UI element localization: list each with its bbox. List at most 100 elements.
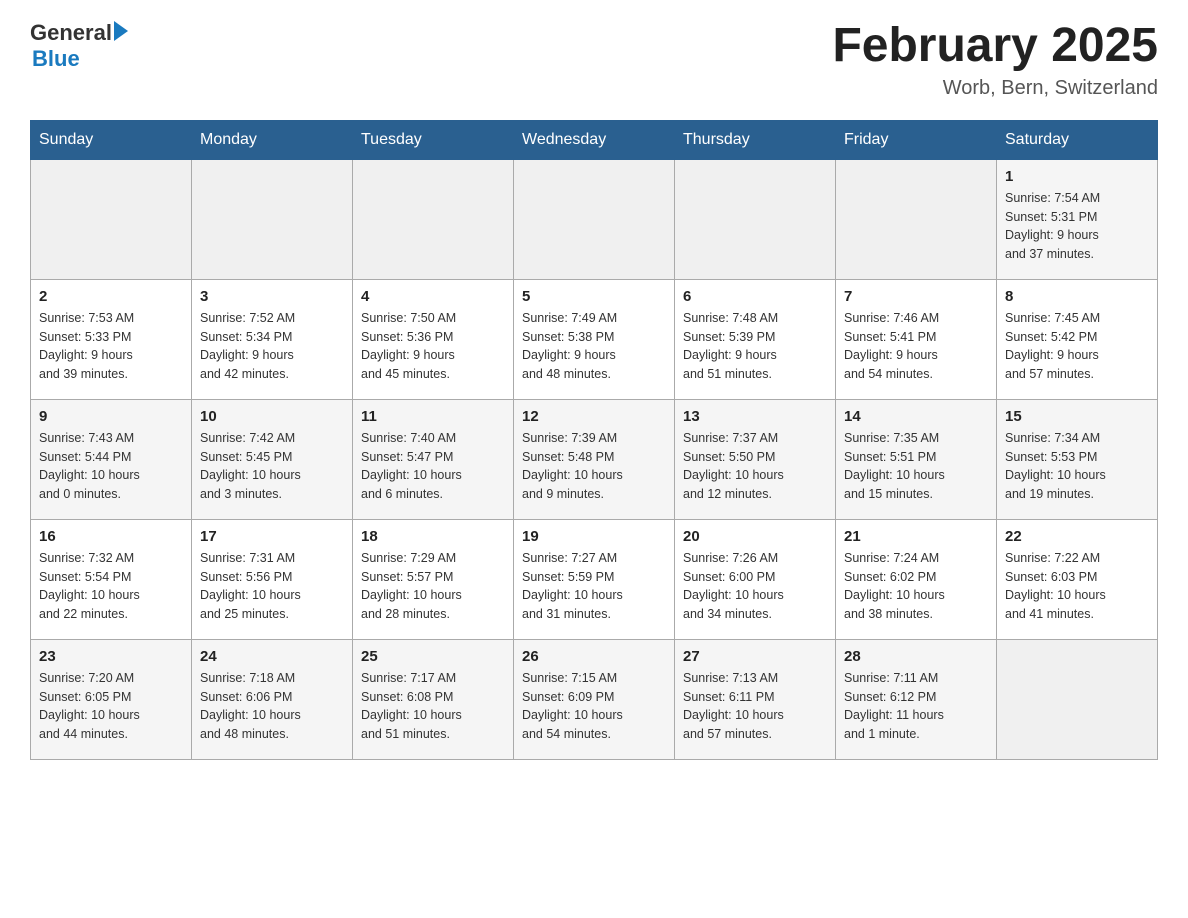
calendar-cell: 16 Sunrise: 7:32 AMSunset: 5:54 PMDayligh… bbox=[31, 519, 192, 639]
calendar-cell: 23Sunrise: 7:20 AMSunset: 6:05 PMDayligh… bbox=[31, 639, 192, 759]
day-number: 15 bbox=[1005, 408, 1149, 425]
day-number: 1 bbox=[1005, 168, 1149, 185]
calendar-cell: 19 Sunrise: 7:27 AMSunset: 5:59 PMDayligh… bbox=[514, 519, 675, 639]
col-header-friday: Friday bbox=[836, 120, 997, 159]
day-number: 2 bbox=[39, 288, 183, 305]
day-info: Sunrise: 7:35 AMSunset: 5:51 PMDaylight:… bbox=[844, 429, 988, 504]
day-number: 25 bbox=[361, 648, 505, 665]
calendar-cell bbox=[675, 159, 836, 279]
calendar-cell: 12 Sunrise: 7:39 AMSunset: 5:48 PMDayligh… bbox=[514, 399, 675, 519]
col-header-sunday: Sunday bbox=[31, 120, 192, 159]
day-number: 8 bbox=[1005, 288, 1149, 305]
calendar-week-row: 2 Sunrise: 7:53 AMSunset: 5:33 PMDaylight… bbox=[31, 279, 1158, 399]
day-number: 24 bbox=[200, 648, 344, 665]
day-number: 13 bbox=[683, 408, 827, 425]
day-info: Sunrise: 7:29 AMSunset: 5:57 PMDaylight:… bbox=[361, 549, 505, 624]
calendar-cell: 15 Sunrise: 7:34 AMSunset: 5:53 PMDayligh… bbox=[997, 399, 1158, 519]
calendar-cell bbox=[514, 159, 675, 279]
calendar-cell: 17 Sunrise: 7:31 AMSunset: 5:56 PMDayligh… bbox=[192, 519, 353, 639]
calendar-cell: 28 Sunrise: 7:11 AMSunset: 6:12 PMDayligh… bbox=[836, 639, 997, 759]
col-header-saturday: Saturday bbox=[997, 120, 1158, 159]
calendar-header-row: SundayMondayTuesdayWednesdayThursdayFrid… bbox=[31, 120, 1158, 159]
title-section: February 2025 Worb, Bern, Switzerland bbox=[832, 20, 1158, 100]
calendar-cell: 1 Sunrise: 7:54 AMSunset: 5:31 PMDaylight… bbox=[997, 159, 1158, 279]
calendar-cell: 20 Sunrise: 7:26 AMSunset: 6:00 PMDayligh… bbox=[675, 519, 836, 639]
day-number: 16 bbox=[39, 528, 183, 545]
day-number: 22 bbox=[1005, 528, 1149, 545]
day-info: Sunrise: 7:18 AMSunset: 6:06 PMDaylight:… bbox=[200, 669, 344, 744]
day-info: Sunrise: 7:40 AMSunset: 5:47 PMDaylight:… bbox=[361, 429, 505, 504]
calendar-cell: 5 Sunrise: 7:49 AMSunset: 5:38 PMDaylight… bbox=[514, 279, 675, 399]
day-number: 12 bbox=[522, 408, 666, 425]
day-info: Sunrise: 7:50 AMSunset: 5:36 PMDaylight:… bbox=[361, 309, 505, 384]
col-header-tuesday: Tuesday bbox=[353, 120, 514, 159]
day-info: Sunrise: 7:15 AMSunset: 6:09 PMDaylight:… bbox=[522, 669, 666, 744]
calendar-week-row: 9 Sunrise: 7:43 AMSunset: 5:44 PMDaylight… bbox=[31, 399, 1158, 519]
day-info: Sunrise: 7:34 AMSunset: 5:53 PMDaylight:… bbox=[1005, 429, 1149, 504]
calendar-cell bbox=[353, 159, 514, 279]
calendar-cell: 13 Sunrise: 7:37 AMSunset: 5:50 PMDayligh… bbox=[675, 399, 836, 519]
day-number: 23 bbox=[39, 648, 183, 665]
day-info: Sunrise: 7:52 AMSunset: 5:34 PMDaylight:… bbox=[200, 309, 344, 384]
calendar-cell: 10 Sunrise: 7:42 AMSunset: 5:45 PMDayligh… bbox=[192, 399, 353, 519]
day-number: 3 bbox=[200, 288, 344, 305]
day-number: 7 bbox=[844, 288, 988, 305]
calendar-cell bbox=[31, 159, 192, 279]
day-number: 26 bbox=[522, 648, 666, 665]
day-number: 19 bbox=[522, 528, 666, 545]
calendar-cell bbox=[997, 639, 1158, 759]
col-header-wednesday: Wednesday bbox=[514, 120, 675, 159]
day-number: 11 bbox=[361, 408, 505, 425]
logo-general-text: General bbox=[30, 20, 112, 46]
day-info: Sunrise: 7:39 AMSunset: 5:48 PMDaylight:… bbox=[522, 429, 666, 504]
day-number: 27 bbox=[683, 648, 827, 665]
calendar-week-row: 16 Sunrise: 7:32 AMSunset: 5:54 PMDayligh… bbox=[31, 519, 1158, 639]
calendar-cell: 24 Sunrise: 7:18 AMSunset: 6:06 PMDayligh… bbox=[192, 639, 353, 759]
calendar-cell bbox=[192, 159, 353, 279]
day-info: Sunrise: 7:37 AMSunset: 5:50 PMDaylight:… bbox=[683, 429, 827, 504]
logo-blue-text: Blue bbox=[32, 46, 80, 72]
day-number: 5 bbox=[522, 288, 666, 305]
day-info: Sunrise: 7:27 AMSunset: 5:59 PMDaylight:… bbox=[522, 549, 666, 624]
day-info: Sunrise: 7:13 AMSunset: 6:11 PMDaylight:… bbox=[683, 669, 827, 744]
day-info: Sunrise: 7:32 AMSunset: 5:54 PMDaylight:… bbox=[39, 549, 183, 624]
day-info: Sunrise: 7:42 AMSunset: 5:45 PMDaylight:… bbox=[200, 429, 344, 504]
day-number: 28 bbox=[844, 648, 988, 665]
calendar-cell: 26 Sunrise: 7:15 AMSunset: 6:09 PMDayligh… bbox=[514, 639, 675, 759]
logo: General Blue bbox=[30, 20, 128, 72]
day-number: 10 bbox=[200, 408, 344, 425]
calendar-cell: 11 Sunrise: 7:40 AMSunset: 5:47 PMDayligh… bbox=[353, 399, 514, 519]
day-number: 4 bbox=[361, 288, 505, 305]
day-info: Sunrise: 7:24 AMSunset: 6:02 PMDaylight:… bbox=[844, 549, 988, 624]
calendar-cell: 9 Sunrise: 7:43 AMSunset: 5:44 PMDaylight… bbox=[31, 399, 192, 519]
day-info: Sunrise: 7:11 AMSunset: 6:12 PMDaylight:… bbox=[844, 669, 988, 744]
day-info: Sunrise: 7:31 AMSunset: 5:56 PMDaylight:… bbox=[200, 549, 344, 624]
day-info: Sunrise: 7:26 AMSunset: 6:00 PMDaylight:… bbox=[683, 549, 827, 624]
day-info: Sunrise: 7:53 AMSunset: 5:33 PMDaylight:… bbox=[39, 309, 183, 384]
page-header: General Blue February 2025 Worb, Bern, S… bbox=[30, 20, 1158, 100]
calendar-week-row: 23Sunrise: 7:20 AMSunset: 6:05 PMDayligh… bbox=[31, 639, 1158, 759]
day-info: Sunrise: 7:54 AMSunset: 5:31 PMDaylight:… bbox=[1005, 189, 1149, 264]
day-number: 9 bbox=[39, 408, 183, 425]
day-info: Sunrise: 7:22 AMSunset: 6:03 PMDaylight:… bbox=[1005, 549, 1149, 624]
day-info: Sunrise: 7:43 AMSunset: 5:44 PMDaylight:… bbox=[39, 429, 183, 504]
calendar-week-row: 1 Sunrise: 7:54 AMSunset: 5:31 PMDaylight… bbox=[31, 159, 1158, 279]
calendar-cell: 6Sunrise: 7:48 AMSunset: 5:39 PMDaylight… bbox=[675, 279, 836, 399]
calendar-cell: 18Sunrise: 7:29 AMSunset: 5:57 PMDayligh… bbox=[353, 519, 514, 639]
calendar-cell: 4 Sunrise: 7:50 AMSunset: 5:36 PMDaylight… bbox=[353, 279, 514, 399]
day-info: Sunrise: 7:48 AMSunset: 5:39 PMDaylight:… bbox=[683, 309, 827, 384]
day-number: 14 bbox=[844, 408, 988, 425]
day-info: Sunrise: 7:45 AMSunset: 5:42 PMDaylight:… bbox=[1005, 309, 1149, 384]
calendar-cell: 25Sunrise: 7:17 AMSunset: 6:08 PMDayligh… bbox=[353, 639, 514, 759]
day-number: 17 bbox=[200, 528, 344, 545]
calendar-cell bbox=[836, 159, 997, 279]
calendar-cell: 27 Sunrise: 7:13 AMSunset: 6:11 PMDayligh… bbox=[675, 639, 836, 759]
calendar-cell: 2 Sunrise: 7:53 AMSunset: 5:33 PMDaylight… bbox=[31, 279, 192, 399]
day-info: Sunrise: 7:49 AMSunset: 5:38 PMDaylight:… bbox=[522, 309, 666, 384]
calendar-cell: 21Sunrise: 7:24 AMSunset: 6:02 PMDayligh… bbox=[836, 519, 997, 639]
calendar-cell: 14 Sunrise: 7:35 AMSunset: 5:51 PMDayligh… bbox=[836, 399, 997, 519]
col-header-thursday: Thursday bbox=[675, 120, 836, 159]
logo-arrow-icon bbox=[114, 21, 128, 41]
day-number: 20 bbox=[683, 528, 827, 545]
calendar-cell: 8 Sunrise: 7:45 AMSunset: 5:42 PMDaylight… bbox=[997, 279, 1158, 399]
